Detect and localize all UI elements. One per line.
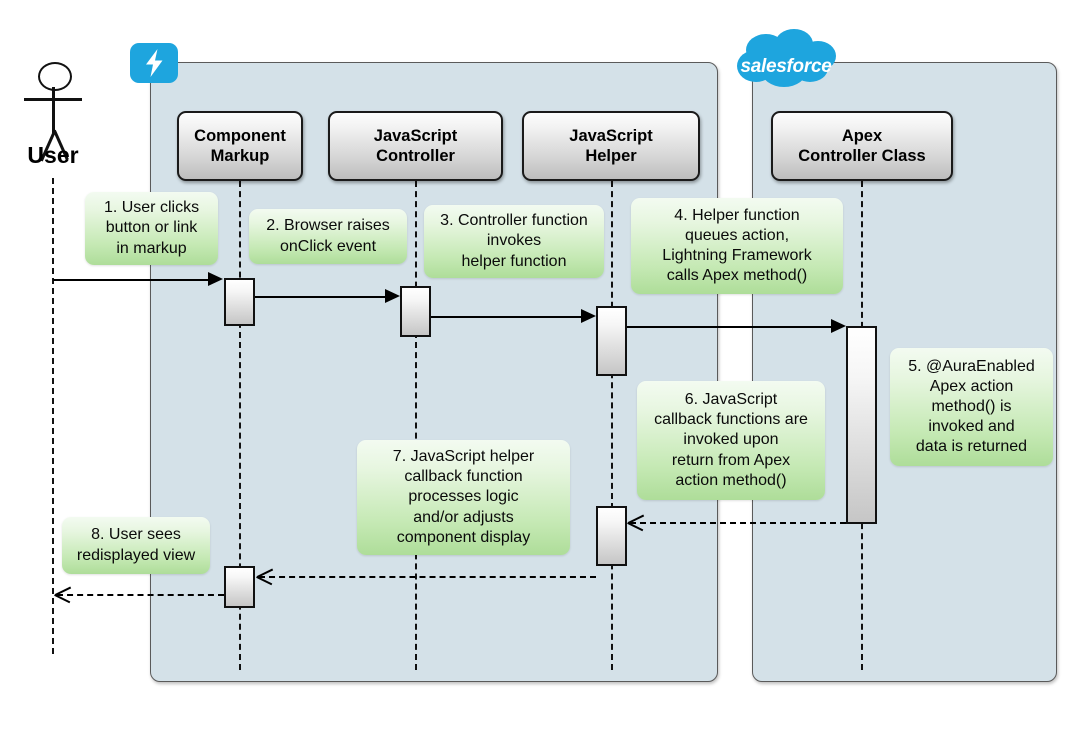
actor-label: User (27, 142, 79, 168)
note-8: 8. User sees redisplayed view (62, 517, 210, 574)
lifeline-title-line2: Helper (585, 147, 637, 165)
lifeline-title-line2: Markup (210, 147, 270, 165)
note-1-text: 1. User clicks button or link in markup (103, 199, 200, 257)
msg-markup-to-controller-line (255, 296, 387, 298)
lifeline-title-line1: JavaScript (569, 126, 653, 145)
activation-bar-javascript-helper-1 (596, 306, 627, 376)
msg-user-to-markup-arrowhead (208, 272, 223, 286)
lifeline-header-javascript-controller[interactable]: JavaScript Controller (328, 111, 503, 181)
lifeline-title-line1: Component (194, 126, 286, 145)
lifeline-title-line1: Apex (841, 126, 883, 145)
note-6-text: 6. JavaScript callback functions are inv… (654, 391, 808, 489)
note-2-text: 2. Browser raises onClick event (266, 217, 390, 255)
note-8-text: 8. User sees redisplayed view (76, 526, 196, 564)
msg-markup-to-controller-arrowhead (385, 289, 400, 303)
msg-user-to-markup-line (53, 279, 210, 281)
msg-helper-to-markup-line (259, 576, 596, 578)
actor-lifeline (52, 178, 54, 654)
msg-markup-to-user-line (57, 594, 224, 596)
lifeline-javascript-helper (611, 181, 613, 670)
salesforce-wordmark: salesforce (740, 56, 832, 77)
note-2: 2. Browser raises onClick event (249, 209, 407, 264)
actor-head-icon (38, 62, 72, 91)
activation-bar-component-markup-1 (224, 278, 255, 326)
note-7-text: 7. JavaScript helper callback function p… (392, 448, 535, 546)
note-5: 5. @AuraEnabled Apex action method() is … (890, 348, 1053, 466)
note-1: 1. User clicks button or link in markup (85, 192, 218, 265)
msg-helper-to-apex-line (627, 326, 833, 328)
msg-controller-to-helper-line (431, 316, 583, 318)
activation-bar-apex-controller-class (846, 326, 877, 524)
msg-helper-to-apex-arrowhead (831, 319, 846, 333)
lifeline-header-javascript-helper[interactable]: JavaScript Helper (522, 111, 700, 181)
note-3: 3. Controller function invokes helper fu… (424, 205, 604, 278)
note-6: 6. JavaScript callback functions are inv… (637, 381, 825, 500)
lifeline-header-component-markup[interactable]: Component Markup (177, 111, 303, 181)
lightning-bolt-icon (130, 43, 178, 83)
activation-bar-component-markup-2 (224, 566, 255, 608)
note-4-text: 4. Helper function queues action, Lightn… (662, 206, 812, 285)
lifeline-header-apex-controller-class[interactable]: Apex Controller Class (771, 111, 953, 181)
msg-controller-to-helper-arrowhead (581, 309, 596, 323)
salesforce-cloud-icon: salesforce (732, 28, 840, 90)
activation-bar-javascript-helper-2 (596, 506, 627, 566)
note-5-text: 5. @AuraEnabled Apex action method() is … (908, 357, 1035, 456)
lifeline-javascript-controller (415, 181, 417, 670)
lifeline-title-line1: JavaScript (373, 126, 458, 145)
note-7: 7. JavaScript helper callback function p… (357, 440, 570, 555)
sequence-diagram-canvas: salesforce User Component Markup JavaScr… (0, 0, 1079, 729)
actor-body-line (52, 87, 55, 133)
lifeline-title-line2: Controller Class (798, 147, 926, 165)
lifeline-title-line2: Controller (376, 147, 455, 165)
note-4: 4. Helper function queues action, Lightn… (631, 198, 843, 294)
msg-apex-to-helper-line (630, 522, 846, 524)
actor-arms-line (24, 98, 82, 101)
note-3-text: 3. Controller function invokes helper fu… (440, 212, 588, 270)
activation-bar-javascript-controller (400, 286, 431, 337)
